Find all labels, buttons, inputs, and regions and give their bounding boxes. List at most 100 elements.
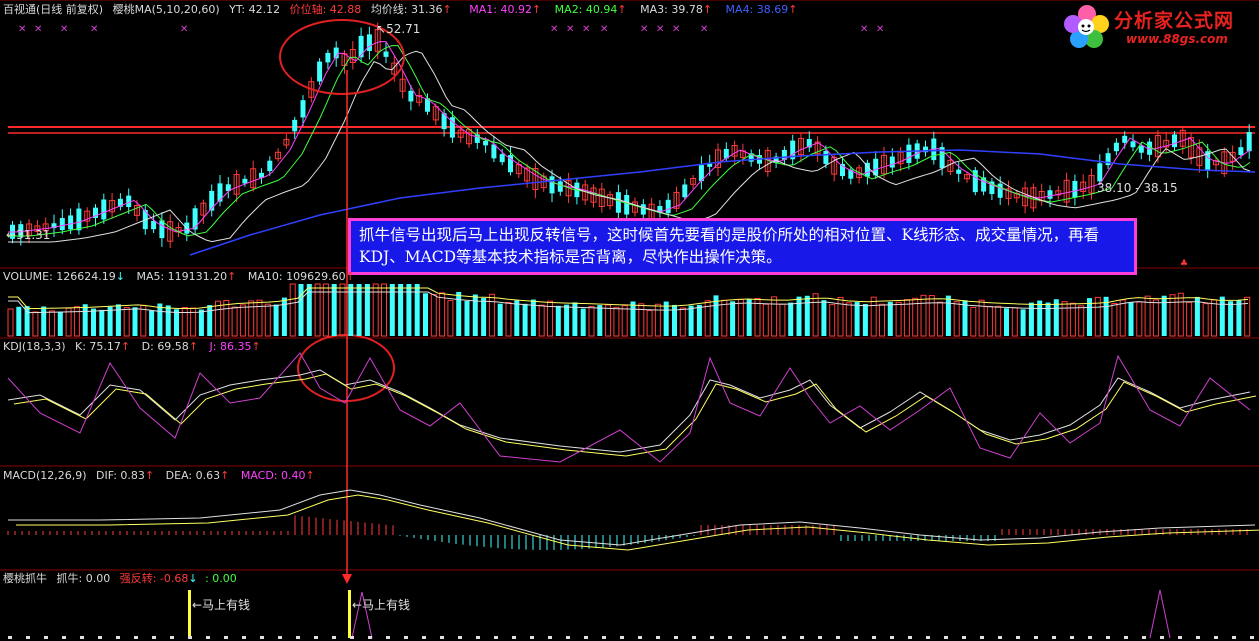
signal-grab: 抓牛: 0.00 xyxy=(56,572,111,585)
candle-body xyxy=(1138,145,1144,153)
kdj-panel-header: KDJ(18,3,3) K: 75.17↑ D: 69.58↑ J: 86.35… xyxy=(3,340,267,353)
candle-body xyxy=(956,169,962,174)
candle-body xyxy=(192,208,198,230)
candle-body xyxy=(549,176,555,194)
candle-body xyxy=(823,150,829,164)
candle-body xyxy=(383,51,389,57)
kdj-k: K: 75.17 xyxy=(75,340,121,353)
candle-body xyxy=(491,144,497,159)
peak-arrow-icon: ↖ xyxy=(376,22,387,36)
x-marker-icon: ✕ xyxy=(550,24,558,35)
volume-panel-header: VOLUME: 126624.19↓ MA5: 119131.20↑ MA10:… xyxy=(3,270,361,283)
candle-body xyxy=(408,90,414,102)
macd-dea: DEA: 0.63 xyxy=(165,469,221,482)
candle-body xyxy=(483,140,489,146)
candle-body xyxy=(68,215,74,230)
up-arrow-icon: ↑ xyxy=(120,340,131,353)
x-marker-icon: ✕ xyxy=(582,24,590,35)
candle-body xyxy=(499,154,505,163)
x-marker-icon: ✕ xyxy=(180,24,188,35)
macd-panel[interactable]: MACD(12,26,9) DIF: 0.83↑ DEA: 0.63↑ MACD… xyxy=(0,466,1259,570)
signal-flag-1: ←马上有钱 xyxy=(192,598,251,612)
volume-ma5: MA5: 119131.20 xyxy=(136,270,228,283)
candle-body xyxy=(358,35,364,58)
x-marker-icon: ✕ xyxy=(640,24,648,35)
candle-body xyxy=(101,199,107,220)
candle-body xyxy=(1246,132,1252,152)
signal-extra: : 0.00 xyxy=(205,572,237,585)
signal-panel-header: 樱桃抓牛 抓牛: 0.00 强反转: -0.68↓ : 0.00 xyxy=(3,572,243,585)
candle-body xyxy=(317,61,323,82)
candle-body xyxy=(325,52,331,63)
volume-ma10: MA10: 109629.60 xyxy=(247,270,346,283)
x-marker-icon: ✕ xyxy=(700,24,708,35)
x-marker-icon: ✕ xyxy=(90,24,98,35)
candle-body xyxy=(1072,180,1078,198)
candle-body xyxy=(151,220,157,230)
candle-body xyxy=(59,218,65,231)
logo-name: 分析家公式网 xyxy=(1114,10,1235,32)
range-price-label: 38.10 - 38.15 xyxy=(1097,181,1178,195)
up-arrow-icon: ↑ xyxy=(345,270,355,283)
up-arrow-icon: ↑ xyxy=(227,270,237,283)
candle-body xyxy=(1172,134,1177,148)
x-marker-icon: ✕ xyxy=(600,24,608,35)
candle-body xyxy=(889,156,895,168)
x-marker-icon: ✕ xyxy=(656,24,664,35)
candle-body xyxy=(640,204,646,215)
up-arrow-icon: ↑ xyxy=(220,469,230,482)
up-arrow-icon: ↑ xyxy=(144,469,155,482)
site-logo: 分析家公式网 www.88gs.com xyxy=(1060,2,1256,50)
kdj-j: J: 86.35 xyxy=(209,340,252,353)
flower-logo-icon xyxy=(1064,5,1109,48)
candle-body xyxy=(292,119,298,132)
candle-body xyxy=(1130,141,1136,148)
kdj-title: KDJ(18,3,3) xyxy=(3,340,66,353)
candle-body xyxy=(615,192,621,213)
x-marker-icon: ✕ xyxy=(18,24,26,35)
kdj-panel[interactable]: KDJ(18,3,3) K: 75.17↑ D: 69.58↑ J: 86.35… xyxy=(0,338,1259,466)
candle-body xyxy=(1238,147,1244,156)
candle-body xyxy=(624,195,630,215)
volume-panel[interactable]: VOLUME: 126624.19↓ MA5: 119131.20↑ MA10:… xyxy=(0,268,1259,338)
macd-title: MACD(12,26,9) xyxy=(3,469,87,482)
x-marker-icon: ✕ xyxy=(860,24,868,35)
signal-title: 樱桃抓牛 xyxy=(3,572,47,585)
candle-body xyxy=(557,181,563,192)
macd-dif: DIF: 0.83 xyxy=(96,469,145,482)
x-marker-icon: ✕ xyxy=(566,24,574,35)
up-arrow-icon: ↑ xyxy=(305,469,315,482)
annotation-box: 抓牛信号出现后马上出现反转信号，这时候首先要看的是股价所处的相对位置、K线形态、… xyxy=(348,218,1137,275)
down-arrow-icon: ↓ xyxy=(188,572,198,585)
candle-body xyxy=(1122,135,1128,143)
kdj-d: D: 69.58 xyxy=(141,340,189,353)
x-marker-icon: ✕ xyxy=(34,24,42,35)
x-marker-icon: ✕ xyxy=(876,24,884,35)
up-arrow-icon: ↑ xyxy=(188,340,199,353)
peak-price-label: ↖52.71 xyxy=(376,22,421,36)
x-marker-icon: ✕ xyxy=(672,24,680,35)
up-arrow-icon: ↑ xyxy=(251,340,261,353)
candle-body xyxy=(1097,163,1103,182)
candle-body xyxy=(1113,142,1119,152)
candle-body xyxy=(76,208,82,231)
candle-body xyxy=(997,183,1003,198)
volume-value: VOLUME: 126624.19 xyxy=(3,270,116,283)
signal-reversal: 强反转: -0.68 xyxy=(119,572,189,585)
low-price-label: ←31.31 xyxy=(6,228,51,242)
signal-panel[interactable]: 樱桃抓牛 抓牛: 0.00 强反转: -0.68↓ : 0.00 xyxy=(0,570,1259,641)
logo-url: www.88gs.com xyxy=(1126,32,1228,46)
candle-body xyxy=(906,144,912,163)
candle-body xyxy=(300,100,306,118)
signal-flag-2: ←马上有钱 xyxy=(352,598,411,612)
macd-panel-header: MACD(12,26,9) DIF: 0.83↑ DEA: 0.63↑ MACD… xyxy=(3,469,321,482)
candle-body xyxy=(1047,190,1053,199)
candle-body xyxy=(366,34,372,52)
down-arrow-icon: ↓ xyxy=(115,270,125,283)
macd-value: MACD: 0.40 xyxy=(240,469,306,482)
candle-body xyxy=(682,184,688,198)
candle-body xyxy=(267,160,273,172)
x-marker-icon: ✕ xyxy=(60,24,68,35)
candle-body xyxy=(665,199,671,214)
candle-body xyxy=(242,178,248,184)
